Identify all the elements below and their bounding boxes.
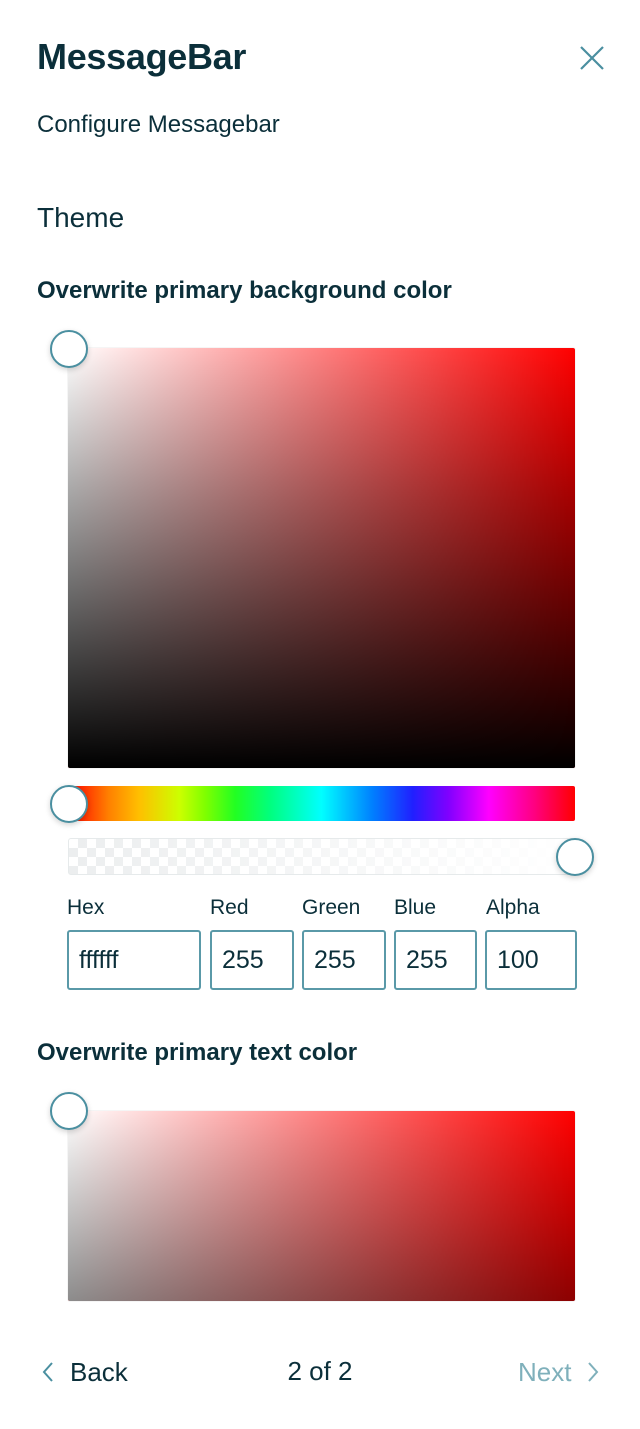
alpha-input[interactable] xyxy=(485,930,577,990)
background-alpha-slider[interactable] xyxy=(68,838,575,875)
hex-input[interactable] xyxy=(67,930,201,990)
background-hue-handle[interactable] xyxy=(50,785,88,823)
green-label: Green xyxy=(302,896,361,919)
panel-subtitle: Configure Messagebar xyxy=(37,111,280,138)
text-sv-handle[interactable] xyxy=(50,1092,88,1130)
close-icon xyxy=(580,46,604,70)
red-input[interactable] xyxy=(210,930,294,990)
alpha-label: Alpha xyxy=(486,896,540,919)
hex-label: Hex xyxy=(67,896,105,919)
next-button[interactable]: Next xyxy=(518,1354,601,1390)
sv-black-layer xyxy=(68,348,575,768)
red-label: Red xyxy=(210,896,249,919)
panel-title: MessageBar xyxy=(37,36,247,77)
text-color-heading: Overwrite primary text color xyxy=(37,1039,358,1066)
sv-black-layer xyxy=(68,1111,575,1301)
green-input[interactable] xyxy=(302,930,386,990)
blue-input[interactable] xyxy=(394,930,477,990)
background-color-heading: Overwrite primary background color xyxy=(37,277,452,304)
background-saturation-value-area[interactable] xyxy=(68,348,575,768)
section-title-theme: Theme xyxy=(37,202,125,233)
close-button[interactable] xyxy=(574,40,610,76)
next-label: Next xyxy=(518,1356,572,1387)
chevron-right-icon xyxy=(588,1362,599,1382)
background-sv-handle[interactable] xyxy=(50,330,88,368)
blue-label: Blue xyxy=(394,896,437,919)
background-hue-slider[interactable] xyxy=(68,786,575,821)
background-alpha-handle[interactable] xyxy=(556,838,594,876)
text-saturation-value-area[interactable] xyxy=(68,1111,575,1301)
